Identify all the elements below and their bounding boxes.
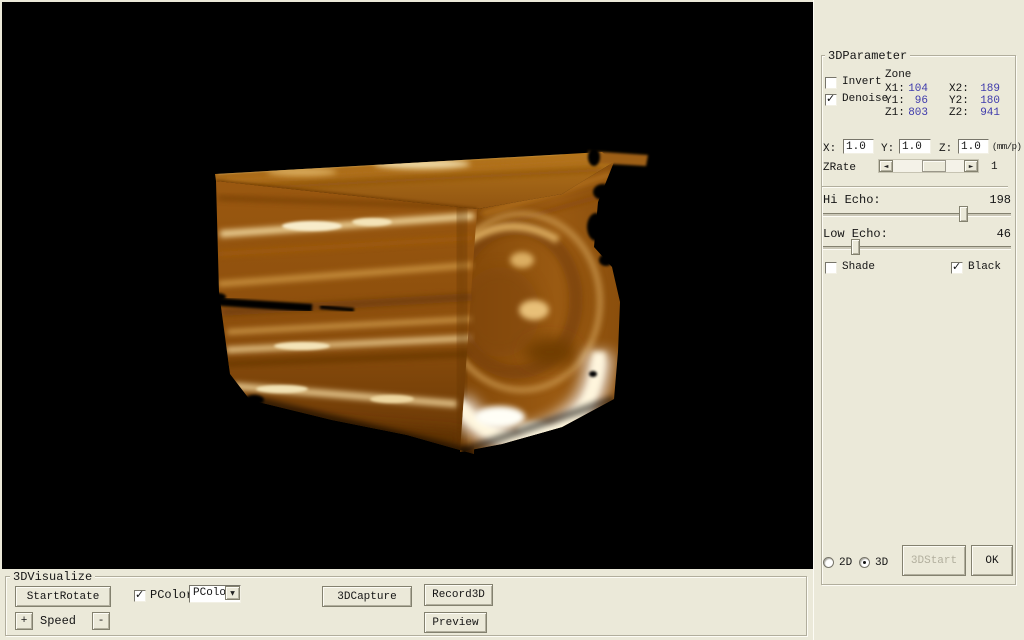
scroll-right-icon: ► — [969, 163, 974, 170]
check-icon: ✓ — [135, 588, 144, 601]
pcolor-label: PColor — [150, 589, 193, 602]
black-checkbox[interactable]: ✓ — [951, 262, 963, 274]
mode-3d-label: 3D — [875, 557, 888, 570]
param-group-title: 3DParameter — [825, 49, 910, 63]
scroll-left-icon: ◄ — [884, 163, 889, 170]
low-echo-slider[interactable] — [823, 239, 1011, 256]
param-groupbox — [821, 55, 1016, 585]
radio-dot — [863, 561, 866, 564]
invert-checkbox[interactable] — [825, 77, 837, 89]
invert-label: Invert — [842, 76, 882, 89]
mode-2d-radio[interactable] — [823, 557, 834, 568]
start-rotate-button[interactable]: StartRotate — [15, 586, 111, 607]
scale-x-input[interactable] — [843, 139, 874, 154]
start3d-button[interactable]: 3DStart — [902, 545, 966, 576]
hi-echo-track[interactable] — [823, 213, 1011, 217]
scale-z-input[interactable] — [958, 139, 989, 154]
speed-minus-button[interactable]: - — [92, 612, 110, 630]
speed-label: Speed — [40, 615, 76, 628]
3d-viewport[interactable] — [2, 2, 813, 569]
scale-unit-label: (mm/p) — [992, 141, 1021, 154]
hi-echo-slider[interactable] — [823, 206, 1011, 223]
record3d-button[interactable]: Record3D — [424, 584, 493, 606]
speed-plus-button[interactable]: + — [15, 612, 33, 630]
zrate-value: 1 — [991, 161, 998, 174]
denoise-label: Denoise — [842, 93, 888, 106]
mode-2d-label: 2D — [839, 557, 852, 570]
scale-y-label: Y: — [881, 143, 894, 156]
parameter-panel: 3DParameter Invert ✓ Denoise Zone X1: 10… — [813, 0, 1024, 640]
scale-x-label: X: — [823, 143, 836, 156]
ok-button[interactable]: OK — [971, 545, 1013, 576]
zone-title: Zone — [885, 69, 911, 82]
visualize-panel: 3DVisualize StartRotate + Speed - ✓ PCol… — [0, 569, 813, 640]
visualize-group-title: 3DVisualize — [10, 570, 95, 584]
zrate-scrollbar[interactable]: ◄ ► — [878, 159, 979, 173]
low-echo-thumb[interactable] — [851, 239, 860, 255]
check-icon: ✓ — [952, 260, 961, 273]
zrate-scroll-left-button[interactable]: ◄ — [879, 160, 893, 172]
capture3d-button[interactable]: 3DCapture — [322, 586, 412, 607]
zone-z2-label: Z2: — [949, 107, 969, 120]
volume-render — [2, 2, 813, 569]
denoise-checkbox[interactable]: ✓ — [825, 94, 837, 106]
check-icon: ✓ — [826, 92, 835, 105]
zone-z1-value: 803 — [900, 107, 928, 120]
mode-3d-radio[interactable] — [859, 557, 870, 568]
app-window: 3DParameter Invert ✓ Denoise Zone X1: 10… — [0, 0, 1024, 640]
zone-z2-value: 941 — [972, 107, 1000, 120]
black-label: Black — [968, 261, 1001, 274]
pcolor-dropdown-button[interactable]: ▼ — [225, 586, 240, 600]
zrate-scroll-thumb[interactable] — [922, 160, 946, 172]
pcolor-dropdown[interactable]: PColor ▼ — [189, 585, 241, 603]
zrate-label: ZRate — [823, 162, 856, 175]
scale-z-label: Z: — [939, 143, 952, 156]
chevron-down-icon: ▼ — [230, 590, 235, 597]
shade-label: Shade — [842, 261, 875, 274]
scale-y-input[interactable] — [899, 139, 931, 154]
pcolor-checkbox[interactable]: ✓ — [134, 590, 146, 602]
hi-echo-thumb[interactable] — [959, 206, 968, 222]
shade-checkbox[interactable] — [825, 262, 837, 274]
preview-button[interactable]: Preview — [424, 612, 487, 633]
zrate-scroll-right-button[interactable]: ► — [964, 160, 978, 172]
param-divider — [822, 186, 1008, 188]
